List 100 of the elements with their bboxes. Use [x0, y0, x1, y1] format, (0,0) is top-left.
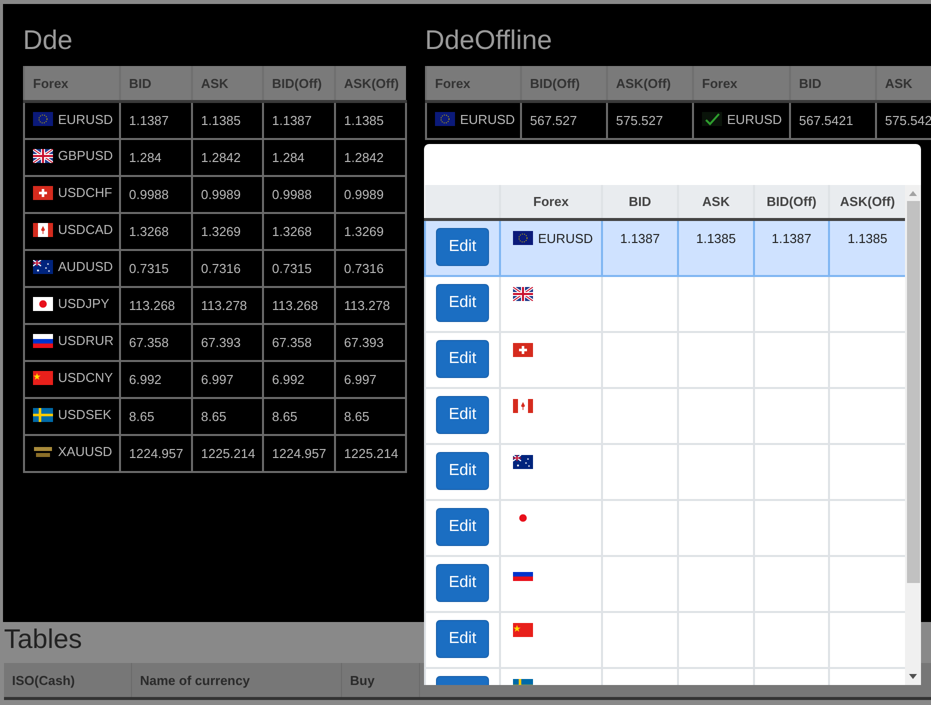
check-icon [702, 112, 722, 126]
table-cell: 1.284 [263, 138, 335, 176]
section-title: Dde [23, 24, 73, 56]
flag-icon [33, 408, 53, 422]
table-cell: 0.9989 [192, 176, 263, 212]
table-cell: 6.992 [263, 360, 335, 398]
flag-icon [513, 622, 533, 636]
edit-button[interactable]: Edit [436, 564, 489, 602]
flag-icon [513, 286, 533, 300]
table-cell: 67.393 [192, 324, 263, 360]
column-header: Name of currency [140, 672, 250, 688]
table-cell: 1.1385 [848, 231, 888, 246]
column-header: ASK(Off) [829, 185, 905, 220]
table-cell: 8.65 [335, 398, 406, 434]
edit-button[interactable]: Edit [436, 396, 489, 434]
section-title: DdeOffline [425, 24, 552, 56]
table-cell: 1.1387 [772, 231, 812, 246]
table-cell: 0.9988 [120, 176, 192, 212]
table-cell: EURUSD [460, 112, 515, 126]
table-cell: 67.358 [263, 324, 335, 360]
table-cell: USDRUR [58, 333, 114, 348]
table-cell: 6.997 [335, 360, 406, 398]
column-header: Forex [24, 66, 120, 102]
column-header: BID [602, 185, 678, 220]
column-header: Forex [500, 185, 602, 220]
column-header: BID(Off) [754, 185, 829, 220]
column-header: BID(Off) [263, 66, 335, 102]
column-header: ASK [876, 66, 931, 102]
table-cell: EURUSD [538, 231, 593, 246]
column-header: ASK [678, 185, 754, 220]
column-header: Forex [426, 66, 521, 102]
table-cell: XAUUSD [58, 444, 112, 460]
table-cell: USDCAD [58, 222, 113, 238]
table-cell: 1225.214 [192, 434, 263, 472]
edit-button[interactable]: Edit [436, 340, 489, 378]
table-cell: 567.5421 [790, 102, 876, 138]
edit-button[interactable]: Edit [436, 228, 489, 266]
section-title: Tables [4, 623, 82, 655]
column-header: BID(Off) [521, 66, 607, 102]
flag-icon [513, 231, 533, 245]
table-cell: AUDUSD [58, 259, 113, 274]
table-cell: 113.278 [192, 286, 263, 324]
flag-icon [33, 296, 53, 311]
table-cell: 1.284 [120, 138, 192, 176]
table-cell: 1.3269 [192, 212, 263, 250]
table-cell: USDCHF [58, 185, 112, 200]
column-header: ISO(Cash) [12, 672, 75, 688]
table-cell: 1224.957 [263, 434, 335, 472]
table-cell: USDSEK [58, 407, 112, 422]
table-cell: 1.3268 [120, 212, 192, 250]
table-cell: GBPUSD [58, 148, 113, 164]
table-cell: 0.9988 [263, 176, 335, 212]
flag-icon [33, 222, 53, 237]
table-cell: EURUSD [58, 112, 113, 126]
table-cell: 0.9989 [335, 176, 406, 212]
edit-button[interactable]: Edit [436, 452, 489, 490]
column-header: Forex [693, 66, 790, 102]
table-cell: 0.7316 [335, 250, 406, 286]
table-cell: 1.2842 [335, 138, 406, 176]
table-cell: 1.1387 [620, 231, 660, 246]
table-cell: 0.7316 [192, 250, 263, 286]
table-cell: 1.1387 [263, 102, 335, 138]
table-cell: 1.1385 [696, 231, 736, 246]
flag-icon [33, 112, 53, 126]
table-cell: 67.393 [335, 324, 406, 360]
table-cell: 0.7315 [120, 250, 192, 286]
column-header: ASK [192, 66, 263, 102]
column-header: Buy [350, 672, 375, 688]
table-cell: EURUSD [727, 112, 782, 126]
column-header: BID [120, 66, 192, 102]
table-cell: 1.2842 [192, 138, 263, 176]
table-cell: 8.65 [192, 398, 263, 434]
scrollbar[interactable] [905, 185, 921, 685]
flag-icon [33, 334, 53, 348]
flag-icon [33, 186, 53, 200]
table-cell: USDJPY [58, 296, 110, 312]
flag-icon [435, 112, 455, 126]
flag-icon [33, 370, 53, 385]
table-cell: 575.527 [607, 102, 693, 138]
table-cell: 1.1385 [335, 102, 406, 138]
flag-icon [33, 260, 53, 274]
table-cell: 113.278 [335, 286, 406, 324]
flag-icon [513, 398, 533, 412]
edit-button[interactable]: Edit [436, 620, 489, 658]
table-cell: 113.268 [263, 286, 335, 324]
edit-button[interactable]: Edit [436, 508, 489, 546]
column-header: ASK(Off) [607, 66, 693, 102]
table-cell: 1.3268 [263, 212, 335, 250]
table-cell: 567.527 [521, 102, 607, 138]
flag-icon [513, 342, 533, 356]
flag-icon [513, 454, 533, 468]
table-cell: 67.358 [120, 324, 192, 360]
table-cell: 8.65 [263, 398, 335, 434]
table-cell: 1.1387 [120, 102, 192, 138]
column-header: BID [790, 66, 876, 102]
table-cell: 113.268 [120, 286, 192, 324]
table-cell: 1.3269 [335, 212, 406, 250]
table-cell: 1225.214 [335, 434, 406, 472]
ingot-icon [33, 444, 53, 459]
edit-button[interactable]: Edit [436, 284, 489, 322]
